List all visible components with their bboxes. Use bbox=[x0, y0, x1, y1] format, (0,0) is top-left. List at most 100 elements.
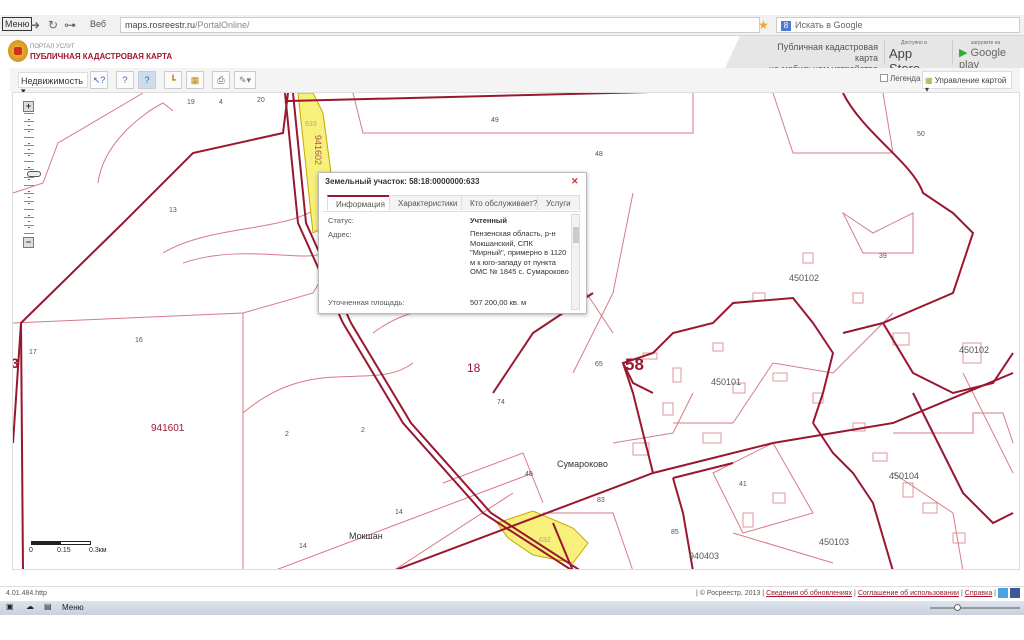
map-toolbar: Недвижимость ▾ ↖? ? ? ┗ ▦ ⎙ ✎▾ Легенда ▦… bbox=[10, 68, 1020, 96]
parcel-label: 633 bbox=[305, 121, 317, 128]
parcel-label: 632 bbox=[539, 537, 551, 544]
map-control-dropdown[interactable]: ▦ Управление картой ▾ bbox=[922, 71, 1012, 94]
address-key: Адрес: bbox=[328, 230, 352, 239]
tab-characteristics[interactable]: Характеристики bbox=[389, 195, 467, 210]
browser-toolbar: Меню ➜ ↻ ⊶ Веб maps.rosreestr.ru/PortalO… bbox=[0, 15, 1024, 36]
parcel-label: 13 bbox=[169, 207, 177, 214]
parcel-label: 50 bbox=[917, 131, 925, 138]
parcel-label: 14 bbox=[395, 509, 403, 516]
zoom-slider[interactable] bbox=[930, 604, 1020, 611]
area-measure-icon[interactable]: ▦ bbox=[186, 71, 204, 89]
twitter-icon[interactable] bbox=[998, 588, 1008, 598]
status-menu[interactable]: Меню bbox=[62, 603, 84, 612]
status-value: Учтенный bbox=[470, 216, 507, 225]
popup-title: Земельный участок: 58:18:0000000:633 bbox=[325, 177, 480, 186]
emblem-logo[interactable] bbox=[8, 40, 28, 62]
panel-icon[interactable]: ▣ bbox=[6, 602, 14, 611]
legend-checkbox[interactable]: Легенда bbox=[880, 74, 920, 83]
quarter-label: 450102 bbox=[959, 345, 990, 355]
map-parcels bbox=[13, 93, 1014, 569]
parcel-label: 49 bbox=[491, 117, 499, 124]
bookmark-star-icon[interactable]: ★ bbox=[758, 18, 769, 32]
quarter-label: 450102 bbox=[789, 273, 820, 283]
layer-select[interactable]: Недвижимость ▾ bbox=[18, 72, 88, 96]
area-value: 507 200,00 кв. м bbox=[470, 298, 527, 307]
copyright: | © Росреестр, 2013 | bbox=[695, 590, 765, 597]
popup-scrollbar[interactable] bbox=[571, 214, 580, 310]
quarter-label: 450103 bbox=[819, 537, 850, 547]
link-icon[interactable]: ✎▾ bbox=[234, 71, 256, 89]
measure-icon[interactable]: ┗ bbox=[164, 71, 182, 89]
status-key: Статус: bbox=[328, 216, 354, 225]
parcel-label: 85 bbox=[671, 529, 679, 536]
parcel-label: 2 bbox=[361, 427, 365, 434]
settlement-label: Мокшан bbox=[349, 531, 383, 541]
gplay-small: загрузите на bbox=[971, 40, 1001, 46]
url-host: maps.rosreestr.ru bbox=[125, 20, 196, 30]
info-icon[interactable]: ? bbox=[138, 71, 156, 89]
parcel-label: 65 bbox=[595, 361, 603, 368]
tab-services[interactable]: Услуги bbox=[537, 195, 580, 210]
scale-bar-graphic bbox=[31, 541, 91, 545]
close-icon[interactable]: ✕ bbox=[571, 176, 579, 187]
terms-link[interactable]: Соглашение об использовании bbox=[858, 590, 959, 597]
settlement-label: Сумароково bbox=[557, 459, 608, 469]
mobile-line1: Публичная кадастровая карта bbox=[777, 42, 878, 63]
parcel-label: 41 bbox=[739, 481, 747, 488]
play-icon: ▶ bbox=[959, 47, 968, 59]
cloud-icon[interactable]: ☁ bbox=[26, 602, 34, 611]
parcel-label: 4 bbox=[219, 99, 223, 106]
updates-link[interactable]: Сведения об обновлениях bbox=[766, 590, 852, 597]
footer-links: | © Росреестр, 2013 | Сведения об обновл… bbox=[695, 590, 996, 597]
quarter-label: 450101 bbox=[711, 377, 742, 387]
page-footer: 4.01.484.http | © Росреестр, 2013 | Свед… bbox=[0, 586, 1024, 600]
grid-icon: ▦ bbox=[925, 76, 933, 85]
region-label: 3 bbox=[13, 355, 19, 371]
search-input[interactable]: 8 Искать в Google bbox=[776, 17, 1020, 33]
facebook-icon[interactable] bbox=[1010, 588, 1020, 598]
zoom-slider-handle[interactable] bbox=[27, 171, 41, 177]
blank-area bbox=[0, 615, 1024, 640]
site-header: ПОРТАЛ УСЛУГ ПУБЛИЧНАЯ КАДАСТРОВАЯ КАРТА… bbox=[0, 36, 1024, 76]
google-play-button[interactable]: загрузите на ▶ Google play bbox=[952, 40, 1022, 71]
area-identify-icon[interactable]: ? bbox=[116, 71, 134, 89]
help-link[interactable]: Справка bbox=[965, 590, 992, 597]
parcel-label: 39 bbox=[879, 253, 887, 260]
tab-information[interactable]: Информация bbox=[327, 195, 394, 210]
legend-label: Легенда bbox=[890, 74, 921, 83]
scale-label-1: 0.15 bbox=[57, 547, 71, 554]
portal-label: ПОРТАЛ УСЛУГ bbox=[30, 44, 75, 50]
url-path: /PortalOnline/ bbox=[195, 20, 250, 30]
reload-icon[interactable]: ↻ bbox=[48, 18, 58, 32]
key-icon[interactable]: ⊶ bbox=[64, 18, 76, 32]
browser-status-bar: ▣ ☁ ▤ Меню bbox=[0, 601, 1024, 615]
parcel-label: 14 bbox=[299, 543, 307, 550]
parcel-label: 20 bbox=[257, 97, 265, 104]
parcel-label: 19 bbox=[187, 99, 195, 106]
parcel-label: 83 bbox=[597, 497, 605, 504]
zoom-out-button[interactable]: − bbox=[23, 237, 34, 248]
scale-label-2: 0.3км bbox=[89, 547, 107, 554]
region-label: 58 bbox=[625, 355, 644, 374]
scrollbar-thumb[interactable] bbox=[573, 227, 579, 243]
parcel-label: 17 bbox=[29, 349, 37, 356]
page-icon[interactable]: ▤ bbox=[44, 602, 52, 611]
tab-who-serves[interactable]: Кто обслуживает? bbox=[461, 195, 547, 210]
zoom-slider-track[interactable] bbox=[24, 113, 41, 235]
site-title[interactable]: ПУБЛИЧНАЯ КАДАСТРОВАЯ КАРТА bbox=[30, 52, 172, 61]
identify-tool-icon[interactable]: ↖? bbox=[90, 71, 108, 89]
zoom-control[interactable]: + − bbox=[23, 101, 41, 248]
quarter-label: 941602 bbox=[313, 134, 324, 166]
menu-button[interactable]: Меню bbox=[2, 17, 33, 31]
address-bar[interactable]: maps.rosreestr.ru/PortalOnline/ bbox=[120, 17, 760, 33]
print-icon[interactable]: ⎙ bbox=[212, 71, 230, 89]
popup-body: Статус: Учтенный Адрес: Пензенская облас… bbox=[323, 211, 581, 311]
map-canvas[interactable]: + − 19 4 20 633 941602 49 50 48 13 39 45… bbox=[12, 92, 1020, 570]
parcel-label: 2 bbox=[285, 431, 289, 438]
zoom-slider-handle[interactable] bbox=[954, 604, 961, 611]
forward-icon[interactable]: ➜ bbox=[30, 18, 40, 32]
zoom-in-button[interactable]: + bbox=[23, 101, 34, 112]
district-label: 18 bbox=[467, 361, 481, 375]
web-button[interactable]: Веб bbox=[90, 19, 106, 29]
app-store-button[interactable]: Доступно вApp Store bbox=[884, 40, 944, 76]
